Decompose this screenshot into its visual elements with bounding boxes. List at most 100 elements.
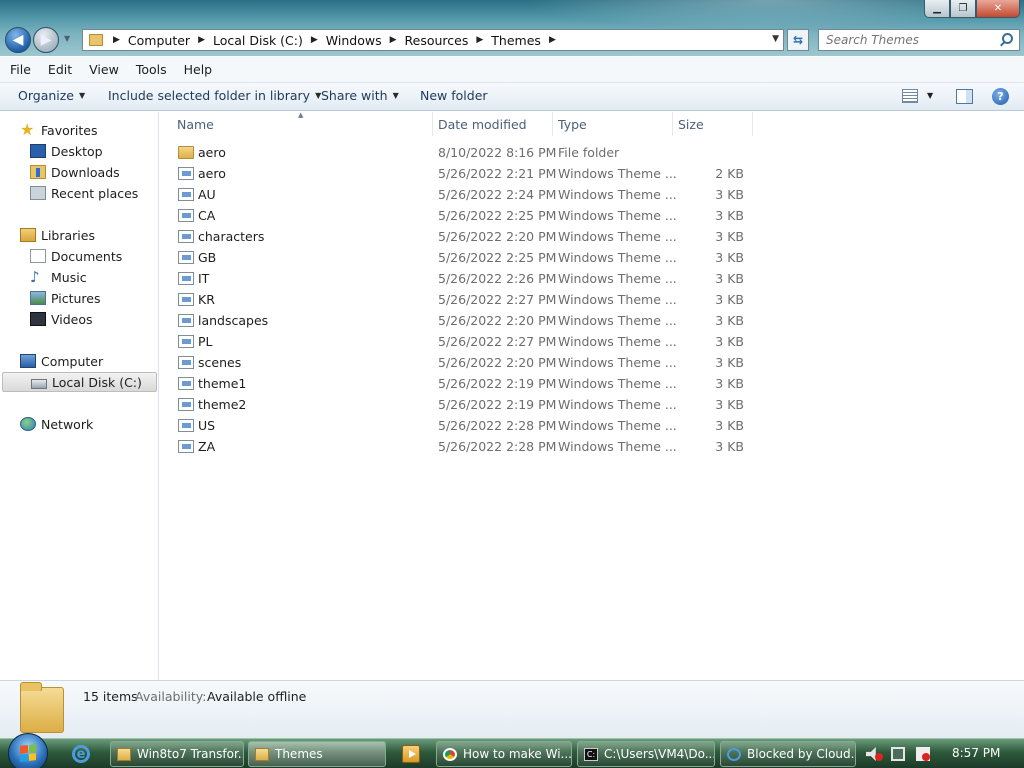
- taskbar-item-ie[interactable]: Blocked by Cloud...: [720, 741, 856, 767]
- minimize-button[interactable]: ▁: [924, 0, 950, 18]
- table-row[interactable]: US 5/26/2022 2:28 PM Windows Theme ... 3 KB: [174, 415, 764, 436]
- network-tray-icon[interactable]: [891, 747, 905, 761]
- theme-file-icon: [178, 377, 194, 390]
- taskbar-item-win8to7[interactable]: Win8to7 Transfor...: [110, 741, 244, 767]
- preview-pane-icon[interactable]: [956, 89, 973, 104]
- column-divider[interactable]: [552, 112, 553, 136]
- table-row[interactable]: characters 5/26/2022 2:20 PM Windows Theme…: [174, 226, 764, 247]
- menu-file[interactable]: File: [6, 59, 35, 80]
- include-in-library-button[interactable]: Include selected folder in library ▼: [108, 88, 321, 103]
- navigation-pane: ★ Favorites Desktop Downloads Recent plac…: [0, 112, 159, 680]
- column-header-name[interactable]: Name: [177, 112, 214, 136]
- breadcrumb-themes[interactable]: Themes: [491, 33, 541, 48]
- media-player-icon[interactable]: [402, 745, 420, 763]
- nav-label: Desktop: [51, 143, 103, 159]
- file-name: aero: [198, 166, 226, 181]
- clock[interactable]: 8:57 PM: [952, 746, 1000, 760]
- nav-desktop[interactable]: Desktop: [30, 141, 103, 161]
- close-button[interactable]: ✕: [976, 0, 1020, 18]
- file-name: scenes: [198, 355, 242, 370]
- nav-favorites[interactable]: ★ Favorites: [20, 120, 97, 140]
- column-divider[interactable]: [432, 112, 433, 136]
- forward-button[interactable]: ▶: [33, 27, 59, 53]
- menu-view[interactable]: View: [85, 59, 123, 80]
- table-row[interactable]: KR 5/26/2022 2:27 PM Windows Theme ... 3 KB: [174, 289, 764, 310]
- file-date-modified: 5/26/2022 2:25 PM: [438, 208, 557, 223]
- chevron-right-icon[interactable]: ▶: [476, 35, 483, 45]
- share-with-button[interactable]: Share with ▼: [321, 88, 399, 103]
- taskbar-item-chrome[interactable]: How to make Wi...: [436, 741, 572, 767]
- refresh-button[interactable]: ⇆: [787, 29, 809, 51]
- nav-music[interactable]: ♪ Music: [30, 267, 87, 287]
- start-button[interactable]: [8, 733, 48, 768]
- file-type: Windows Theme ...: [558, 229, 677, 244]
- chevron-right-icon[interactable]: ▶: [198, 35, 205, 45]
- organize-button[interactable]: Organize ▼: [18, 88, 85, 103]
- menu-edit[interactable]: Edit: [44, 59, 76, 80]
- table-row[interactable]: scenes 5/26/2022 2:20 PM Windows Theme ...…: [174, 352, 764, 373]
- breadcrumb-windows[interactable]: Windows: [326, 33, 382, 48]
- maximize-button[interactable]: ❐: [950, 0, 976, 18]
- nav-pictures[interactable]: Pictures: [30, 288, 101, 308]
- chevron-right-icon[interactable]: ▶: [311, 35, 318, 45]
- chevron-right-icon[interactable]: ▶: [549, 35, 556, 45]
- chevron-right-icon[interactable]: ▶: [113, 35, 120, 45]
- back-button[interactable]: ◀: [5, 27, 31, 53]
- change-view-icon[interactable]: [902, 89, 918, 103]
- column-header-type[interactable]: Type: [558, 112, 587, 136]
- table-row[interactable]: GB 5/26/2022 2:25 PM Windows Theme ... 3 KB: [174, 247, 764, 268]
- table-row[interactable]: aero 8/10/2022 8:16 PM File folder: [174, 142, 764, 163]
- search-box[interactable]: [818, 29, 1020, 51]
- action-center-icon[interactable]: [916, 747, 930, 761]
- table-row[interactable]: IT 5/26/2022 2:26 PM Windows Theme ... 3 KB: [174, 268, 764, 289]
- theme-file-icon: [178, 272, 194, 285]
- column-header-date[interactable]: Date modified: [438, 112, 527, 136]
- breadcrumb-local-disk[interactable]: Local Disk (C:): [213, 33, 303, 48]
- help-icon[interactable]: ?: [992, 88, 1009, 105]
- table-row[interactable]: AU 5/26/2022 2:24 PM Windows Theme ... 3 KB: [174, 184, 764, 205]
- new-folder-button[interactable]: New folder: [420, 88, 488, 103]
- breadcrumb-computer[interactable]: Computer: [128, 33, 190, 48]
- nav-recent-places[interactable]: Recent places: [30, 183, 138, 203]
- breadcrumb: ▶ Computer ▶ Local Disk (C:) ▶ Windows ▶…: [113, 33, 564, 48]
- nav-network[interactable]: Network: [20, 414, 93, 434]
- file-size: 3 KB: [715, 208, 744, 223]
- breadcrumb-resources[interactable]: Resources: [405, 33, 469, 48]
- nav-libraries[interactable]: Libraries: [20, 225, 95, 245]
- file-date-modified: 5/26/2022 2:21 PM: [438, 166, 557, 181]
- nav-computer[interactable]: Computer: [20, 351, 103, 371]
- nav-downloads[interactable]: Downloads: [30, 162, 120, 182]
- search-input[interactable]: [826, 33, 996, 47]
- chevron-right-icon[interactable]: ▶: [390, 35, 397, 45]
- search-icon[interactable]: [1002, 33, 1013, 44]
- table-row[interactable]: theme1 5/26/2022 2:19 PM Windows Theme ...…: [174, 373, 764, 394]
- taskbar-label: Themes: [275, 747, 323, 761]
- column-divider[interactable]: [672, 112, 673, 136]
- menu-help[interactable]: Help: [180, 59, 217, 80]
- taskbar-item-themes[interactable]: Themes: [248, 741, 386, 767]
- table-row[interactable]: aero 5/26/2022 2:21 PM Windows Theme ... 2 …: [174, 163, 764, 184]
- column-header-size[interactable]: Size: [678, 112, 704, 136]
- column-divider[interactable]: [752, 112, 753, 136]
- nav-documents[interactable]: Documents: [30, 246, 122, 266]
- table-row[interactable]: ZA 5/26/2022 2:28 PM Windows Theme ... 3 KB: [174, 436, 764, 457]
- view-options-dropdown[interactable]: ▼: [927, 91, 933, 100]
- menu-tools[interactable]: Tools: [132, 59, 171, 80]
- cmd-icon: C:: [584, 747, 598, 761]
- nav-label: Downloads: [51, 164, 120, 180]
- nav-label: Local Disk (C:): [52, 374, 142, 390]
- nav-local-disk[interactable]: Local Disk (C:): [2, 372, 157, 392]
- file-type: File folder: [558, 145, 620, 160]
- table-row[interactable]: theme2 5/26/2022 2:19 PM Windows Theme ...…: [174, 394, 764, 415]
- recent-pages-dropdown[interactable]: ▼: [64, 34, 70, 43]
- address-bar[interactable]: ▶ Computer ▶ Local Disk (C:) ▶ Windows ▶…: [82, 29, 784, 51]
- internet-explorer-icon[interactable]: e: [72, 745, 90, 763]
- file-type: Windows Theme ...: [558, 292, 677, 307]
- address-history-dropdown[interactable]: ▼: [772, 34, 779, 44]
- nav-videos[interactable]: Videos: [30, 309, 93, 329]
- taskbar-item-cmd[interactable]: C: C:\Users\VM4\Do...: [577, 741, 715, 767]
- file-date-modified: 5/26/2022 2:19 PM: [438, 376, 557, 391]
- table-row[interactable]: PL 5/26/2022 2:27 PM Windows Theme ... 3 KB: [174, 331, 764, 352]
- table-row[interactable]: CA 5/26/2022 2:25 PM Windows Theme ... 3 KB: [174, 205, 764, 226]
- table-row[interactable]: landscapes 5/26/2022 2:20 PM Windows Theme…: [174, 310, 764, 331]
